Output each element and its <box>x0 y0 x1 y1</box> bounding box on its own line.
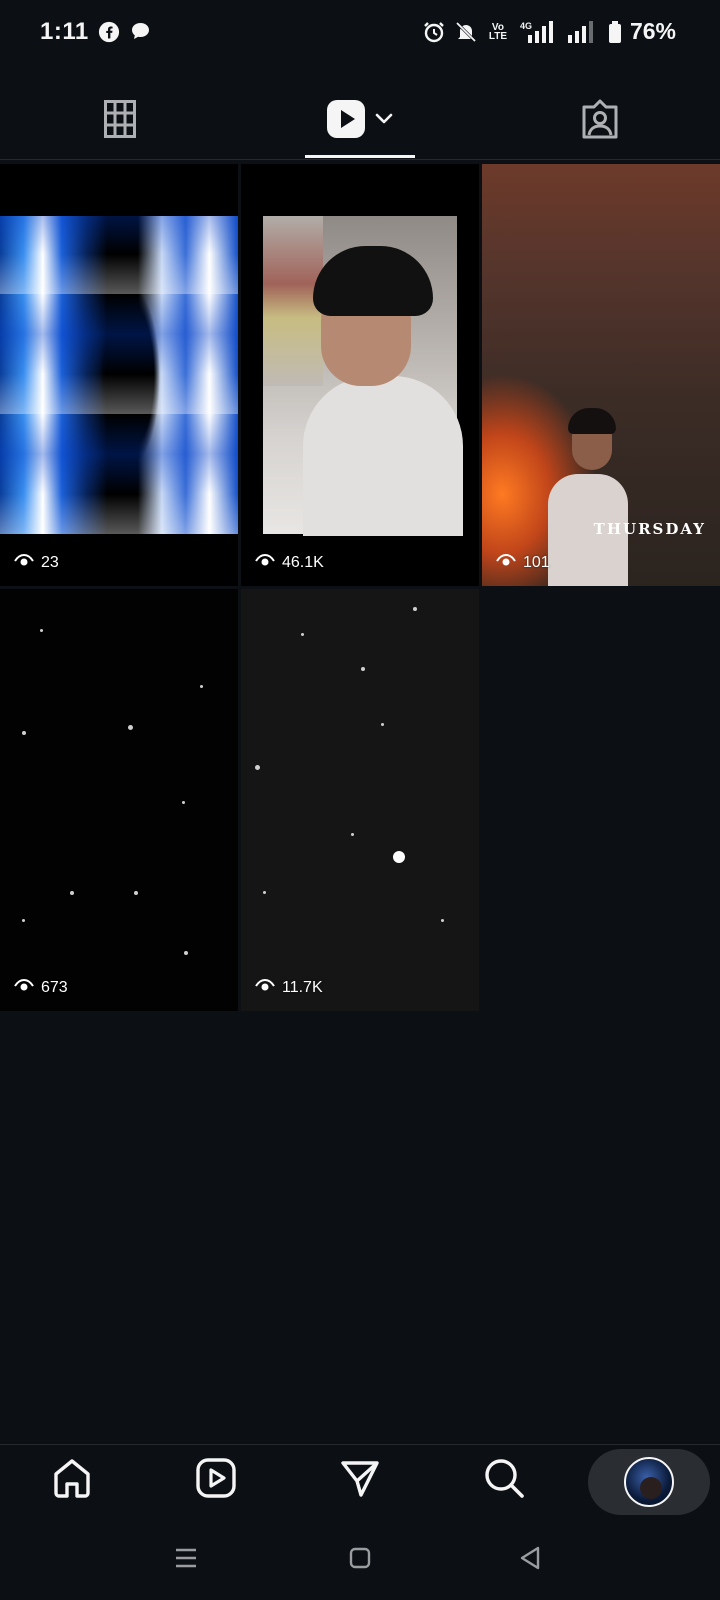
nav-search[interactable] <box>432 1445 576 1515</box>
reel-thumbnail[interactable]: 46.1K <box>241 164 479 586</box>
facebook-icon <box>97 20 121 44</box>
mute-notifications-icon <box>454 20 478 44</box>
battery-percent: 76% <box>629 18 676 44</box>
reel-image <box>241 589 479 1011</box>
back-icon <box>518 1545 542 1576</box>
home-icon <box>51 1457 93 1504</box>
chevron-down-icon[interactable] <box>374 112 394 131</box>
tab-grid[interactable] <box>0 82 240 160</box>
reels-icon <box>326 99 366 144</box>
tab-reels[interactable] <box>240 82 480 160</box>
eye-icon <box>14 978 34 997</box>
reel-image <box>0 589 238 1011</box>
signal-4g-icon: 4G <box>518 20 558 44</box>
volte-icon: Vo LTE <box>488 21 508 42</box>
reel-thumbnail[interactable]: 23 <box>0 164 238 586</box>
status-left: 1:11 <box>40 18 153 46</box>
eye-icon <box>255 553 275 572</box>
eye-icon <box>496 553 516 572</box>
svg-text:4G: 4G <box>520 21 532 31</box>
reel-thumbnail[interactable]: 11.7K <box>241 589 479 1011</box>
profile-tab-bar <box>0 82 720 160</box>
reel-thumbnail[interactable]: THURSDAY 101 <box>482 164 720 586</box>
signal-icon <box>566 20 600 44</box>
nav-home[interactable] <box>0 1445 144 1515</box>
view-count-text: 673 <box>41 978 68 996</box>
status-right: Vo LTE 4G 76% <box>422 18 676 45</box>
view-count-text: 11.7K <box>282 978 323 996</box>
status-time: 1:11 <box>40 18 89 45</box>
view-count: 101 <box>496 553 550 572</box>
square-icon <box>348 1546 372 1575</box>
tagged-icon <box>580 99 620 144</box>
view-count-text: 23 <box>41 553 59 571</box>
nav-profile[interactable] <box>588 1449 710 1515</box>
send-icon <box>339 1457 381 1504</box>
active-tab-indicator <box>305 155 415 158</box>
system-nav-bar <box>0 1520 720 1600</box>
view-count: 46.1K <box>255 553 324 572</box>
tab-tagged[interactable] <box>480 82 720 160</box>
menu-icon <box>174 1547 198 1574</box>
home-button[interactable] <box>330 1540 390 1580</box>
avatar <box>624 1457 674 1507</box>
alarm-icon <box>422 20 446 44</box>
reel-thumbnail[interactable]: 673 <box>0 589 238 1011</box>
battery-icon <box>608 20 622 44</box>
view-count: 11.7K <box>255 978 323 997</box>
eye-icon <box>255 978 275 997</box>
nav-reels[interactable] <box>144 1445 288 1515</box>
messenger-icon <box>129 20 153 44</box>
reels-icon <box>195 1457 237 1504</box>
grid-icon <box>104 99 136 143</box>
view-count: 673 <box>14 978 68 997</box>
view-count-text: 101 <box>523 553 550 571</box>
eye-icon <box>14 553 34 572</box>
reel-image <box>263 216 463 536</box>
status-bar: 1:11 Vo LTE 4G 76% <box>0 0 720 64</box>
reel-overlay-text: THURSDAY <box>593 520 706 538</box>
reel-image <box>0 216 238 534</box>
bottom-nav <box>0 1444 720 1515</box>
nav-direct[interactable] <box>288 1445 432 1515</box>
recent-apps-button[interactable] <box>156 1540 216 1580</box>
view-count: 23 <box>14 553 59 572</box>
search-icon <box>483 1457 525 1504</box>
view-count-text: 46.1K <box>282 553 324 571</box>
back-button[interactable] <box>500 1540 560 1580</box>
